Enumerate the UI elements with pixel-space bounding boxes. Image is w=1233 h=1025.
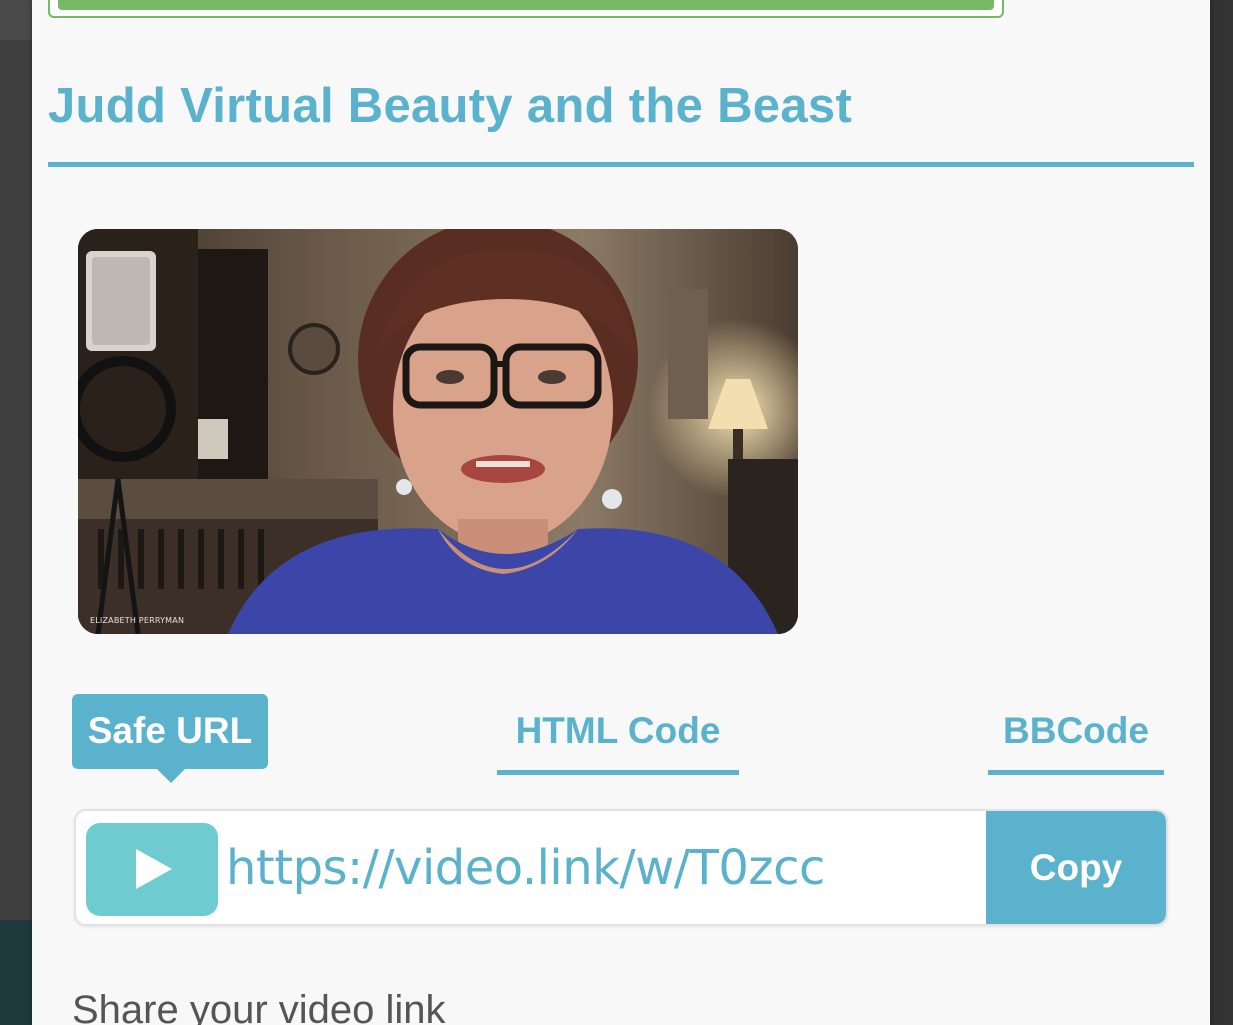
tab-safe-url[interactable]: Safe URL bbox=[72, 694, 268, 783]
play-triangle-icon bbox=[136, 849, 172, 889]
share-heading: Share your video link bbox=[72, 988, 446, 1025]
video-caption: ELIZABETH PERRYMAN bbox=[90, 616, 185, 625]
title-divider bbox=[48, 162, 1194, 167]
copy-button[interactable]: Copy bbox=[986, 811, 1166, 924]
video-thumbnail[interactable]: ELIZABETH PERRYMAN bbox=[78, 229, 798, 634]
upload-progress-fill bbox=[58, 0, 994, 10]
play-icon bbox=[86, 823, 218, 916]
share-modal: Judd Virtual Beauty and the Beast ELIZAB… bbox=[32, 0, 1210, 1025]
embed-tabs: Safe URL HTML Code BBCode bbox=[72, 694, 1164, 783]
upload-progress-bar bbox=[48, 0, 1004, 18]
video-title: Judd Virtual Beauty and the Beast bbox=[48, 79, 853, 133]
tab-bbcode[interactable]: BBCode bbox=[988, 694, 1164, 775]
video-frame-image bbox=[78, 229, 798, 634]
tab-html-code[interactable]: HTML Code bbox=[497, 694, 739, 775]
share-url-text[interactable]: https://video.link/w/T0zcc bbox=[226, 833, 825, 903]
share-url-field: https://video.link/w/T0zcc Copy bbox=[74, 809, 1168, 926]
backdrop-edge bbox=[1210, 0, 1233, 1025]
